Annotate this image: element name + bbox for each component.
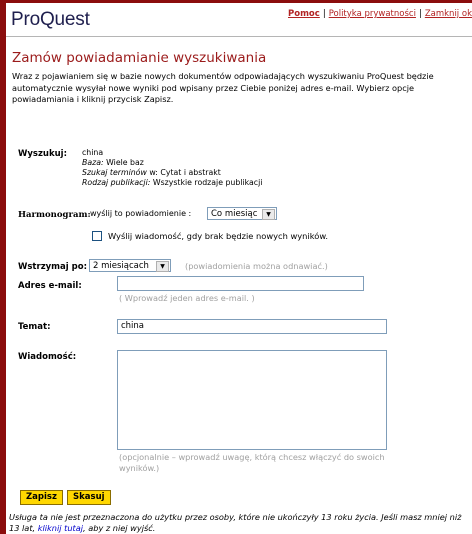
- exit-link[interactable]: kliknij tutaj: [38, 523, 83, 533]
- message-textarea[interactable]: [117, 350, 387, 450]
- window-frame-left: [0, 0, 6, 534]
- top-links: Pomoc|Polityka prywatności|Zamknij okno: [288, 9, 472, 19]
- chevron-down-icon[interactable]: ▼: [262, 209, 275, 220]
- search-label: Wyszukuj:: [18, 149, 67, 159]
- no-results-checkbox[interactable]: [92, 231, 102, 241]
- close-window-link[interactable]: Zamknij okno: [425, 9, 472, 19]
- help-link[interactable]: Pomoc: [288, 9, 320, 19]
- schedule-sublabel: wyślij to powiadomienie :: [90, 209, 192, 218]
- search-query: china: [82, 148, 104, 157]
- chevron-down-icon[interactable]: ▼: [156, 261, 169, 272]
- stop-after-select[interactable]: 2 miesiącach ▼: [89, 259, 171, 272]
- page-title: Zamów powiadamianie wyszukiwania: [12, 50, 267, 66]
- privacy-link[interactable]: Polityka prywatności: [329, 9, 416, 19]
- stop-after-select-value: 2 miesiącach: [93, 261, 149, 271]
- renew-note: (powiadomienia można odnawiać.): [185, 261, 328, 271]
- search-database: Baza: Wiele baz: [82, 158, 144, 167]
- age-notice: Usługa ta nie jest przeznaczona do użytk…: [9, 512, 462, 533]
- cancel-button[interactable]: Skasuj: [67, 490, 111, 505]
- save-button[interactable]: Zapisz: [20, 490, 63, 505]
- email-label: Adres e-mail:: [18, 281, 82, 291]
- intro-text: Wraz z pojawianiem się w bazie nowych do…: [12, 71, 434, 104]
- stop-after-label: Wstrzymaj po:: [18, 262, 87, 272]
- header-divider: [6, 36, 472, 37]
- frequency-select[interactable]: Co miesiąc ▼: [207, 207, 277, 220]
- window-frame-top: [0, 0, 472, 3]
- schedule-label: Harmonogram:: [18, 210, 91, 220]
- message-hint: (opcjonalnie – wprowadź uwagę, którą chc…: [119, 452, 385, 473]
- subject-label: Temat:: [18, 322, 51, 332]
- email-input[interactable]: [117, 276, 364, 291]
- proquest-logo: ProQuest: [11, 9, 90, 30]
- message-label: Wiadomość:: [18, 352, 77, 362]
- search-terms: Szukaj terminów w: Cytat i abstrakt: [82, 168, 221, 177]
- subject-input[interactable]: china: [117, 319, 387, 334]
- no-results-checkbox-label: Wyślij wiadomość, gdy brak będzie nowych…: [108, 231, 328, 241]
- subject-input-value: china: [121, 321, 145, 331]
- search-pubtype: Rodzaj publikacji: Wszystkie rodzaje pub…: [82, 178, 263, 187]
- frequency-select-value: Co miesiąc: [211, 209, 258, 219]
- email-hint: ( Wprowadź jeden adres e-mail. ): [119, 293, 255, 303]
